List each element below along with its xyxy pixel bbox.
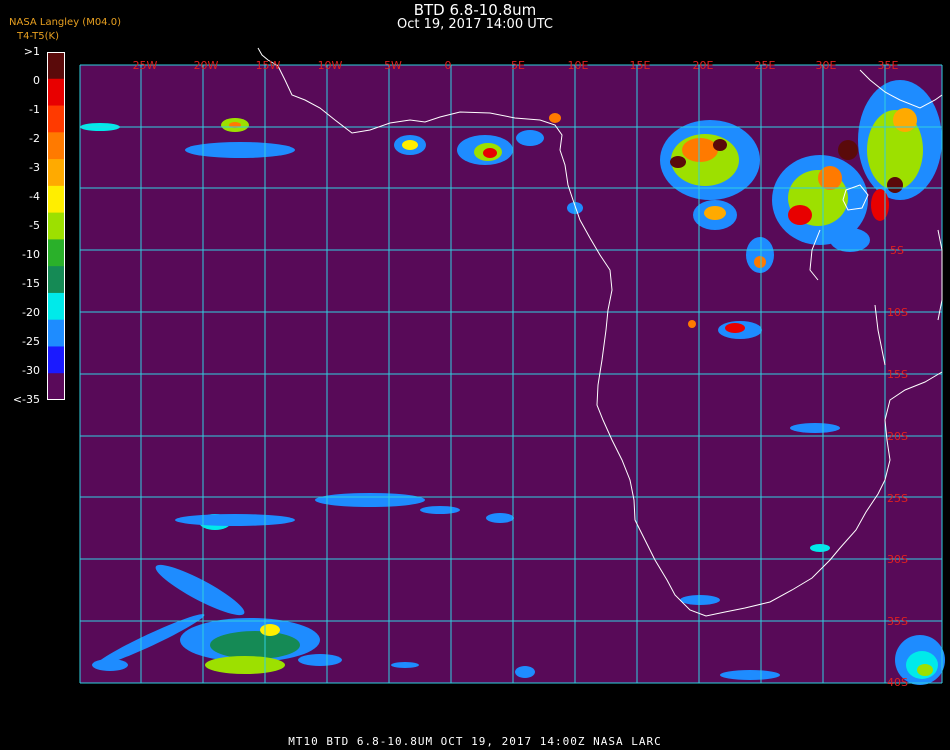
cloud-patch (185, 142, 295, 158)
footer-caption: MT10 BTD 6.8-10.8UM OCT 19, 2017 14:00Z … (288, 735, 662, 748)
lon-label: 20E (693, 59, 714, 72)
lon-label: 10W (318, 59, 343, 72)
cloud-patch (725, 323, 745, 333)
cloud-patch (893, 108, 917, 132)
lon-label: 0 (445, 59, 452, 72)
lon-label: 5E (511, 59, 525, 72)
cloud-patch (298, 654, 342, 666)
lat-label: 35S (887, 615, 908, 628)
cloud-patch (92, 659, 128, 671)
cloud-patch (810, 544, 830, 552)
cloud-patch (549, 113, 561, 123)
cloud-patch (516, 130, 544, 146)
cloud-patch (713, 139, 727, 151)
cloud-patch (315, 493, 425, 507)
lat-label: 10S (887, 306, 908, 319)
cloud-patch (887, 177, 903, 193)
cloud-patch (818, 166, 842, 190)
cloud-patch (210, 631, 300, 659)
cloud-patch (402, 140, 418, 150)
cloud-patch (483, 148, 497, 158)
cloud-patch (420, 506, 460, 514)
lon-label: 15E (630, 59, 651, 72)
cloud-patch (486, 513, 514, 523)
lon-label: 10E (568, 59, 589, 72)
lon-label: 20W (194, 59, 219, 72)
cloud-patch (175, 514, 295, 526)
lat-label: 15S (887, 368, 908, 381)
lon-label: 15W (256, 59, 281, 72)
cloud-patch (720, 670, 780, 680)
cloud-patch (790, 423, 840, 433)
lat-label: 20S (887, 430, 908, 443)
cloud-patch (704, 206, 726, 220)
satellite-map: 25W 20W 15W 10W 5W 0 5E 10E 15E 20E 25E … (79, 47, 945, 689)
lon-label: 35E (878, 59, 899, 72)
cloud-patch (871, 189, 889, 221)
cloud-patch (205, 656, 285, 674)
cloud-patch (260, 624, 280, 636)
cloud-patch (670, 156, 686, 168)
cloud-patch (515, 666, 535, 678)
cloud-patch (391, 662, 419, 668)
lon-label: 25W (133, 59, 158, 72)
lat-label: 30S (887, 553, 908, 566)
cloud-patch (788, 205, 812, 225)
cloud-patch (830, 228, 870, 252)
lat-label: 5S (890, 244, 904, 257)
lon-label: 30E (816, 59, 837, 72)
cloud-patch (917, 664, 933, 676)
lat-label: 25S (887, 492, 908, 505)
cloud-patch (680, 595, 720, 605)
cloud-patch (838, 140, 858, 160)
cloud-patch (688, 320, 696, 328)
lat-label: 40S (887, 676, 908, 689)
lon-label: 5W (384, 59, 402, 72)
cloud-patch (682, 138, 718, 162)
cloud-patch (754, 256, 766, 268)
lon-label: 25E (755, 59, 776, 72)
